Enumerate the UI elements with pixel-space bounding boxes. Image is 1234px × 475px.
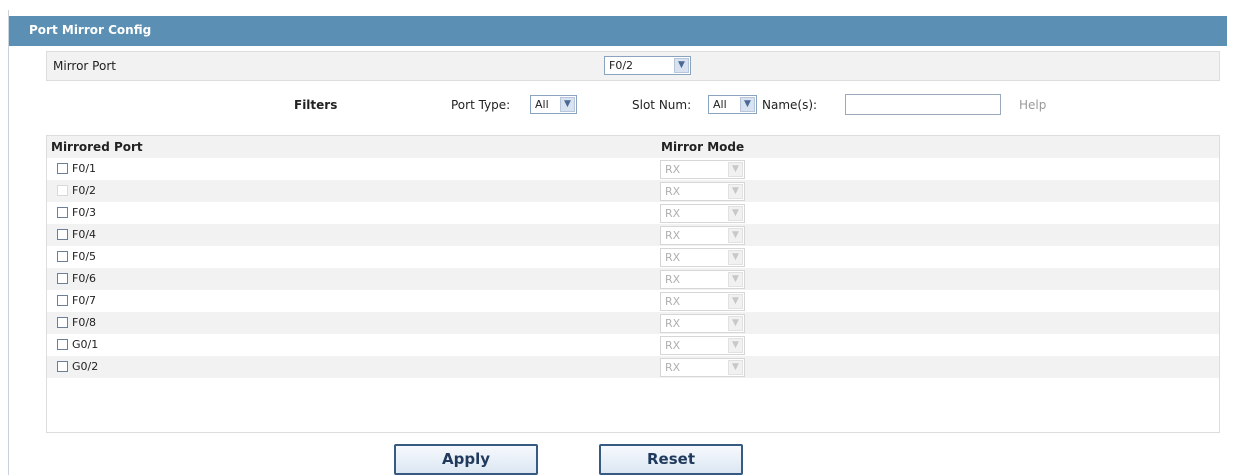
- action-buttons: Apply Reset: [0, 444, 1234, 475]
- mirror-mode-value: RX: [665, 339, 681, 352]
- chevron-down-icon: ▼: [728, 338, 743, 353]
- checkbox-icon[interactable]: [57, 361, 68, 372]
- col-header-mirror-mode: Mirror Mode: [661, 140, 745, 154]
- filters-row: Filters Port Type: All ▼ Slot Num: All ▼…: [9, 93, 1227, 117]
- chevron-down-icon: ▼: [740, 97, 755, 112]
- port-name: F0/8: [72, 316, 97, 329]
- checkbox-icon[interactable]: [57, 207, 68, 218]
- mirror-mode-value: RX: [665, 317, 681, 330]
- filters-title: Filters: [294, 98, 338, 112]
- panel-header: Port Mirror Config: [9, 16, 1227, 46]
- mirror-mode-select[interactable]: RX ▼: [660, 314, 745, 333]
- port-name: F0/4: [72, 228, 97, 241]
- mirror-mode-select[interactable]: RX ▼: [660, 358, 745, 377]
- mirror-mode-select[interactable]: RX ▼: [660, 204, 745, 223]
- table-row: F0/1 RX ▼: [47, 158, 1219, 180]
- mirror-port-value: F0/2: [609, 59, 634, 72]
- reset-button[interactable]: Reset: [599, 444, 743, 475]
- apply-button[interactable]: Apply: [394, 444, 538, 475]
- port-type-value: All: [535, 98, 549, 111]
- port-name: G0/2: [72, 360, 99, 373]
- mirror-mode-value: RX: [665, 185, 681, 198]
- table-row: F0/2 RX ▼: [47, 180, 1219, 202]
- slot-num-select[interactable]: All ▼: [708, 95, 757, 114]
- mirror-mode-select[interactable]: RX ▼: [660, 182, 745, 201]
- mirror-port-row: Mirror Port F0/2 ▼: [46, 51, 1220, 81]
- port-name: F0/6: [72, 272, 97, 285]
- mirror-mode-value: RX: [665, 273, 681, 286]
- table-row: F0/7 RX ▼: [47, 290, 1219, 312]
- checkbox-icon[interactable]: [57, 273, 68, 284]
- mirror-mode-value: RX: [665, 251, 681, 264]
- port-name: F0/7: [72, 294, 97, 307]
- mirror-mode-select[interactable]: RX ▼: [660, 226, 745, 245]
- chevron-down-icon: ▼: [728, 294, 743, 309]
- mirror-port-label: Mirror Port: [53, 59, 116, 73]
- mirror-mode-select[interactable]: RX ▼: [660, 248, 745, 267]
- table-row: F0/4 RX ▼: [47, 224, 1219, 246]
- mirror-mode-value: RX: [665, 163, 681, 176]
- chevron-down-icon: ▼: [728, 162, 743, 177]
- port-type-select[interactable]: All ▼: [530, 95, 577, 114]
- table-row: F0/5 RX ▼: [47, 246, 1219, 268]
- chevron-down-icon: ▼: [560, 97, 575, 112]
- table-row: F0/6 RX ▼: [47, 268, 1219, 290]
- chevron-down-icon: ▼: [728, 316, 743, 331]
- checkbox-icon[interactable]: [57, 163, 68, 174]
- table-row: G0/1 RX ▼: [47, 334, 1219, 356]
- checkbox-icon[interactable]: [57, 229, 68, 240]
- table-row: F0/8 RX ▼: [47, 312, 1219, 334]
- table-row: F0/3 RX ▼: [47, 202, 1219, 224]
- mirror-mode-select[interactable]: RX ▼: [660, 160, 745, 179]
- chevron-down-icon: ▼: [728, 206, 743, 221]
- checkbox-icon[interactable]: [57, 295, 68, 306]
- top-strip: [0, 0, 1234, 10]
- port-name: F0/1: [72, 162, 97, 175]
- chevron-down-icon: ▼: [674, 58, 689, 73]
- port-name: F0/5: [72, 250, 97, 263]
- port-type-label: Port Type:: [451, 98, 511, 112]
- table-header-row: Mirrored Port Mirror Mode: [47, 136, 1219, 158]
- checkbox-icon[interactable]: [57, 339, 68, 350]
- port-name: G0/1: [72, 338, 99, 351]
- slot-num-value: All: [713, 98, 727, 111]
- table-row: G0/2 RX ▼: [47, 356, 1219, 378]
- chevron-down-icon: ▼: [728, 272, 743, 287]
- mirror-port-select[interactable]: F0/2 ▼: [604, 56, 691, 75]
- names-input[interactable]: [845, 94, 1001, 115]
- mirror-mode-select[interactable]: RX ▼: [660, 336, 745, 355]
- names-label: Name(s):: [762, 98, 818, 112]
- slot-num-label: Slot Num:: [632, 98, 692, 112]
- checkbox-icon[interactable]: [57, 317, 68, 328]
- chevron-down-icon: ▼: [728, 184, 743, 199]
- mirror-mode-value: RX: [665, 361, 681, 374]
- port-name: F0/3: [72, 206, 97, 219]
- mirror-mode-value: RX: [665, 229, 681, 242]
- mirror-mode-value: RX: [665, 207, 681, 220]
- mirror-mode-select[interactable]: RX ▼: [660, 292, 745, 311]
- mirror-mode-select[interactable]: RX ▼: [660, 270, 745, 289]
- chevron-down-icon: ▼: [728, 250, 743, 265]
- port-name: F0/2: [72, 184, 97, 197]
- port-mirror-panel: Port Mirror Config Mirror Port F0/2 ▼ Fi…: [9, 10, 1227, 475]
- page-title: Port Mirror Config: [29, 23, 152, 37]
- checkbox-icon[interactable]: [57, 251, 68, 262]
- help-link[interactable]: Help: [1019, 98, 1046, 112]
- chevron-down-icon: ▼: [728, 360, 743, 375]
- checkbox-icon: [57, 185, 68, 196]
- col-header-mirrored-port: Mirrored Port: [51, 140, 143, 154]
- mirrored-port-table: Mirrored Port Mirror Mode F0/1 RX ▼ F0/2…: [46, 135, 1220, 433]
- mirror-mode-value: RX: [665, 295, 681, 308]
- chevron-down-icon: ▼: [728, 228, 743, 243]
